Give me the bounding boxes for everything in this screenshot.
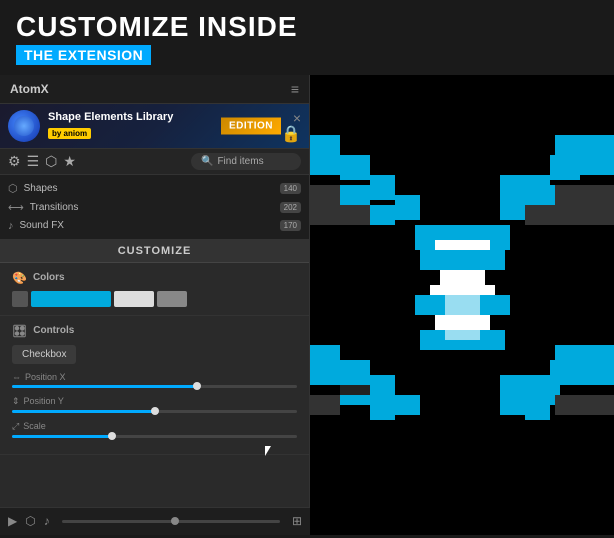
position-x-label: ⇔ Position X xyxy=(12,372,297,382)
main-area: AtomX ≡ Shape Elements Library by aniom … xyxy=(0,75,614,535)
tool-icon-4[interactable]: ★ xyxy=(63,153,76,170)
color-swatch-mid[interactable] xyxy=(157,291,187,307)
bottom-slider-thumb[interactable] xyxy=(171,517,179,525)
library-banner: Shape Elements Library by aniom EDITION … xyxy=(0,104,309,149)
tool-icon-2[interactable]: ☰ xyxy=(27,153,40,170)
colors-icon: 🎨 xyxy=(12,271,27,285)
controls-section: 🎛 Controls Checkbox ⇔ Position X xyxy=(0,316,309,455)
color-swatch-light[interactable] xyxy=(114,291,154,307)
position-x-thumb[interactable] xyxy=(193,382,201,390)
main-title: CUSTOMIZE INSIDE xyxy=(16,12,598,43)
category-nav: ⬡ Shapes 140 ⟷ Transitions 202 ♪ Sound F… xyxy=(0,175,309,240)
tool-icon-3[interactable]: ⬡ xyxy=(45,153,57,170)
shapes-count: 140 xyxy=(280,183,301,194)
shapes-label: ⬡ Shapes xyxy=(8,182,58,195)
cursor-indicator xyxy=(265,446,277,464)
logo-inner xyxy=(14,116,34,136)
customize-panel: CUSTOMIZE 🎨 Colors 🎛 Controls xyxy=(0,240,309,535)
customize-header: CUSTOMIZE xyxy=(0,240,309,263)
hamburger-icon[interactable]: ≡ xyxy=(291,81,299,97)
sidebar-item-sound-fx[interactable]: ♪ Sound FX 170 xyxy=(8,217,301,235)
extension-panel: AtomX ≡ Shape Elements Library by aniom … xyxy=(0,75,310,535)
library-logo xyxy=(8,110,40,142)
sound-fx-icon: ♪ xyxy=(8,220,14,232)
extension-badge: THE EXTENSION xyxy=(16,45,151,65)
top-banner: CUSTOMIZE INSIDE THE EXTENSION xyxy=(0,0,614,75)
edition-badge: EDITION xyxy=(221,117,281,134)
bottom-slider[interactable] xyxy=(62,520,280,523)
position-y-icon: ⇕ xyxy=(12,396,20,407)
tool-icon-1[interactable]: ⚙ xyxy=(8,153,21,170)
music-icon[interactable]: ♪ xyxy=(44,514,50,528)
lock-icon: 🔒 xyxy=(281,124,301,144)
play-icon[interactable]: ▶ xyxy=(8,514,17,528)
by-aniom-badge: by aniom xyxy=(48,128,91,139)
shape-bottom-icon[interactable]: ⬡ xyxy=(25,514,35,528)
position-x-icon: ⇔ xyxy=(12,372,21,382)
preview-area xyxy=(310,75,614,535)
grid-icon[interactable]: ⊞ xyxy=(292,514,302,528)
search-icon: 🔍 xyxy=(201,156,213,167)
transitions-icon: ⟷ xyxy=(8,201,24,214)
position-y-fill xyxy=(12,410,155,413)
transitions-count: 202 xyxy=(280,202,301,213)
checkbox-control[interactable]: Checkbox xyxy=(12,345,76,364)
position-y-thumb[interactable] xyxy=(151,407,159,415)
position-x-group: ⇔ Position X xyxy=(12,372,297,388)
atomx-title: AtomX xyxy=(10,82,49,96)
search-placeholder: Find items xyxy=(217,156,263,167)
shape-preview-svg xyxy=(310,75,614,535)
position-x-slider[interactable] xyxy=(12,385,297,388)
sidebar-item-shapes[interactable]: ⬡ Shapes 140 xyxy=(8,179,301,198)
shapes-icon: ⬡ xyxy=(8,182,18,195)
toolbar: ⚙ ☰ ⬡ ★ 🔍 Find items xyxy=(0,149,309,175)
atomx-header: AtomX ≡ xyxy=(0,75,309,104)
sound-fx-label: ♪ Sound FX xyxy=(8,220,64,232)
scale-group: ⤢ Scale xyxy=(12,421,297,438)
color-swatch-dark[interactable] xyxy=(12,291,28,307)
position-y-group: ⇕ Position Y xyxy=(12,396,297,413)
sound-fx-count: 170 xyxy=(280,220,301,231)
color-swatches-row xyxy=(12,291,297,307)
scale-slider[interactable] xyxy=(12,435,297,438)
position-y-slider[interactable] xyxy=(12,410,297,413)
sidebar-item-transitions[interactable]: ⟷ Transitions 202 xyxy=(8,198,301,217)
search-box[interactable]: 🔍 Find items xyxy=(191,153,301,170)
color-swatch-cyan[interactable] xyxy=(31,291,111,307)
controls-icon: 🎛 xyxy=(12,324,27,338)
position-y-label: ⇕ Position Y xyxy=(12,396,297,407)
scale-label: ⤢ Scale xyxy=(12,421,297,432)
position-x-fill xyxy=(12,385,197,388)
scale-thumb[interactable] xyxy=(108,432,116,440)
scale-fill xyxy=(12,435,112,438)
colors-title: 🎨 Colors xyxy=(12,271,297,285)
bottom-bar: ▶ ⬡ ♪ ⊞ xyxy=(0,507,310,535)
scale-icon: ⤢ xyxy=(12,421,19,432)
transitions-label: ⟷ Transitions xyxy=(8,201,78,214)
colors-section: 🎨 Colors xyxy=(0,263,309,316)
controls-title: 🎛 Controls xyxy=(12,324,297,338)
